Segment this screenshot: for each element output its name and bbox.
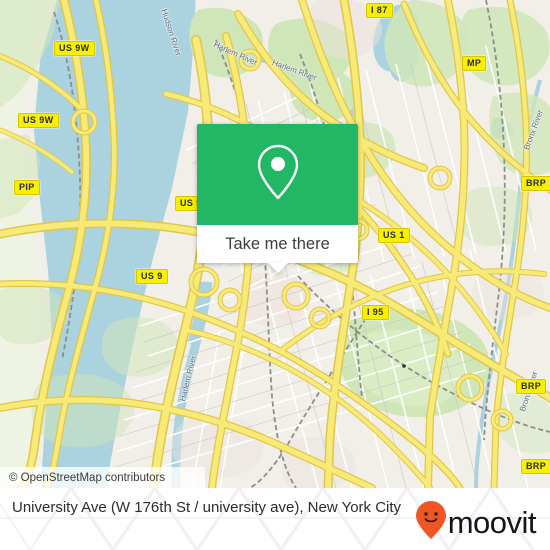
- moovit-smiley-pin-icon: [415, 501, 446, 544]
- moovit-logo[interactable]: moovit: [415, 501, 537, 544]
- screenshot-root: Hudson River Harlem River Harlem River H…: [0, 0, 550, 550]
- popup-tail-pointer: [267, 263, 288, 273]
- map-shield-i-95: I 95: [362, 305, 389, 320]
- moovit-wordmark: moovit: [447, 505, 537, 540]
- map-shield-us-9w-south: US 9W: [18, 113, 59, 128]
- map-attribution-text: © OpenStreetMap contributors: [9, 471, 166, 484]
- footer-bar: University Ave (W 176th St / university …: [0, 488, 550, 550]
- map-shield-us-9w-north: US 9W: [54, 41, 95, 56]
- map-shield-mp: MP: [462, 56, 487, 71]
- popup-cta[interactable]: Take me there: [197, 225, 358, 263]
- popup-cta-label: Take me there: [225, 234, 330, 253]
- map-shield-brp-north: BRP: [521, 176, 550, 191]
- map-attribution[interactable]: © OpenStreetMap contributors: [0, 467, 205, 488]
- map-shield-i-87: I 87: [366, 3, 393, 18]
- map-shield-brp-south: BRP: [521, 459, 550, 474]
- take-me-there-popup[interactable]: Take me there: [197, 124, 358, 273]
- location-pin-icon: [254, 142, 302, 207]
- map-shield-brp-mid: BRP: [516, 379, 547, 394]
- place-title: University Ave (W 176th St / university …: [12, 499, 402, 516]
- map-shield-us-9-south: US 9: [136, 269, 168, 284]
- map-shield-pip: PIP: [14, 180, 40, 195]
- map-shield-us-1: US 1: [378, 228, 410, 243]
- popup-image-area: [197, 124, 358, 225]
